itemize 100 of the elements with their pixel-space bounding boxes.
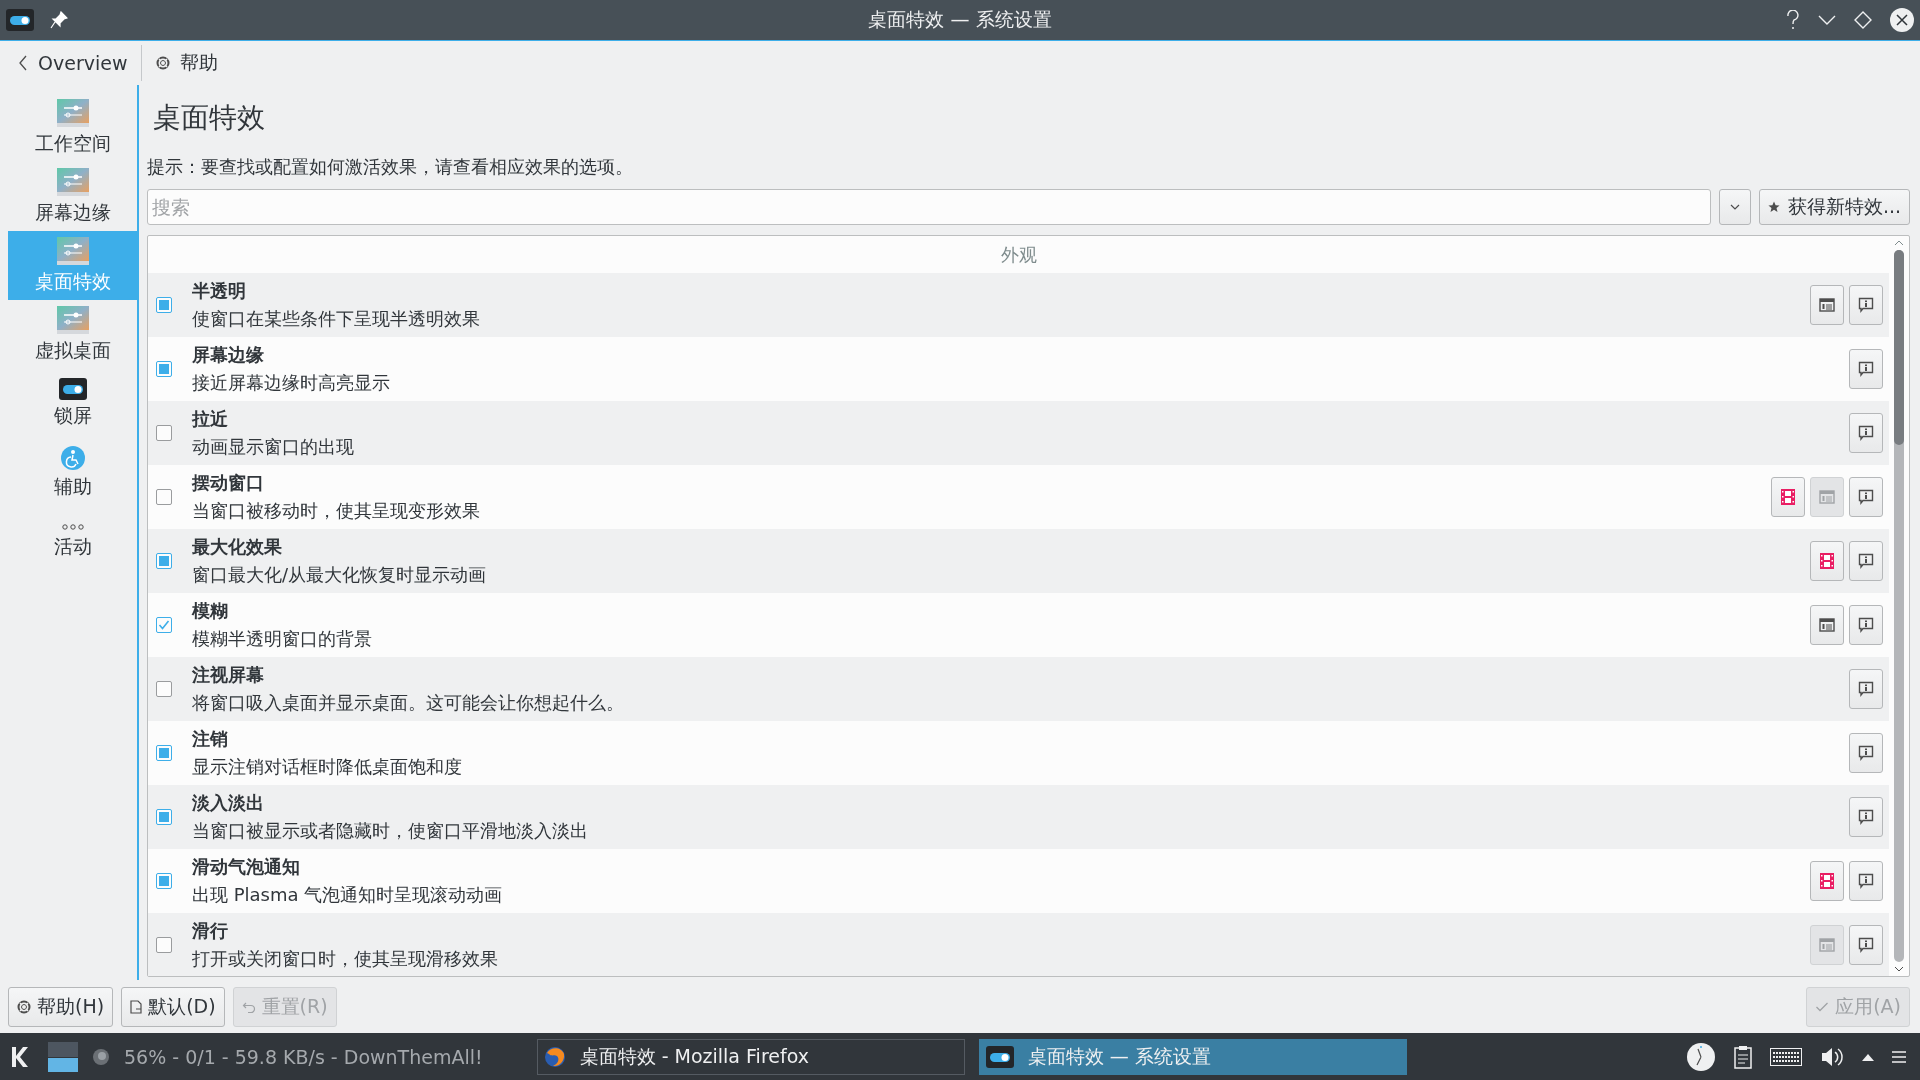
display-icon	[55, 98, 90, 128]
about-button[interactable]	[1849, 349, 1883, 389]
effect-description: 当窗口被显示或者隐藏时，使窗口平滑地淡入淡出	[192, 819, 589, 843]
checkmark-icon	[1815, 1000, 1830, 1013]
lifebuoy-icon	[156, 56, 171, 70]
configure-button[interactable]	[1810, 285, 1844, 325]
info-icon	[1858, 809, 1874, 825]
about-button[interactable]	[1849, 285, 1883, 325]
effect-description: 接近屏幕边缘时高亮显示	[192, 371, 391, 395]
effect-title: 屏幕边缘	[192, 343, 265, 367]
sidebar-item[interactable]: 锁屏	[8, 369, 137, 438]
expand-tray-icon[interactable]	[1862, 1052, 1874, 1061]
about-button[interactable]	[1849, 477, 1883, 517]
pager-icon[interactable]	[48, 1041, 78, 1072]
back-button[interactable]: Overview	[10, 48, 136, 78]
effect-description: 当窗口被移动时，使其呈现变形效果	[192, 499, 481, 523]
help-button[interactable]: 帮助	[148, 46, 227, 80]
about-button[interactable]	[1849, 541, 1883, 581]
browser-globe-icon	[543, 1045, 566, 1068]
star-icon	[1767, 201, 1780, 213]
effect-title: 拉近	[192, 407, 229, 431]
effect-description: 出现 Plasma 气泡通知时呈现滚动动画	[192, 883, 504, 907]
window-title: 桌面特效 — 系统设置	[868, 7, 1052, 32]
sidebar-item[interactable]: 工作空间	[8, 93, 137, 162]
effect-description: 窗口最大化/从最大化恢复时显示动画	[192, 563, 488, 587]
info-icon	[1858, 425, 1874, 441]
keyboard-icon[interactable]	[1770, 1047, 1802, 1066]
search-field[interactable]: 搜索	[147, 189, 1711, 225]
footer-button[interactable]: 默认(D)	[121, 986, 225, 1027]
group-header: 外观	[999, 242, 1038, 267]
task-button[interactable]: 桌面特效 — 系统设置	[978, 1038, 1407, 1075]
info-icon	[1858, 489, 1874, 505]
scrollbar-thumb[interactable]	[1894, 250, 1904, 445]
about-button[interactable]	[1849, 797, 1883, 837]
window-settings-icon	[1819, 938, 1835, 952]
effect-title: 半透明	[192, 279, 247, 303]
configure-button[interactable]	[1810, 605, 1844, 645]
effect-title: 淡入淡出	[192, 791, 265, 815]
checkbox[interactable]	[156, 425, 172, 441]
about-button[interactable]	[1849, 733, 1883, 773]
video-button[interactable]	[1810, 541, 1844, 581]
clock-icon[interactable]	[1686, 1041, 1716, 1072]
minimize-icon[interactable]	[1818, 14, 1836, 26]
scroll-down-icon	[1894, 966, 1904, 972]
sidebar-item[interactable]: 虚拟桌面	[8, 300, 137, 369]
checkbox[interactable]	[156, 681, 172, 697]
display-icon	[55, 236, 90, 266]
effect-title: 注视屏幕	[192, 663, 265, 687]
sidebar-item[interactable]: 活动	[8, 507, 137, 576]
effect-title: 注销	[192, 727, 229, 751]
lifebuoy-icon	[17, 999, 31, 1014]
clipboard-icon[interactable]	[1734, 1044, 1752, 1069]
video-button[interactable]	[1771, 477, 1805, 517]
film-strip-icon	[1820, 873, 1834, 889]
info-icon	[1858, 297, 1874, 313]
about-button[interactable]	[1849, 669, 1883, 709]
effect-title: 最大化效果	[192, 535, 283, 559]
effect-description: 动画显示窗口的出现	[192, 435, 355, 459]
checkbox[interactable]	[156, 937, 172, 953]
about-button[interactable]	[1849, 925, 1883, 965]
checkbox[interactable]	[156, 489, 172, 505]
info-icon	[1858, 873, 1874, 889]
effect-description: 使窗口在某些条件下呈现半透明效果	[192, 307, 481, 331]
effect-title: 模糊	[192, 599, 229, 623]
footer-button[interactable]: 帮助(H)	[8, 986, 114, 1027]
sidebar-item[interactable]: 辅助	[8, 438, 137, 507]
about-button[interactable]	[1849, 605, 1883, 645]
back-chevron-icon	[18, 55, 28, 71]
scroll-up-icon	[1894, 240, 1904, 246]
window-settings-icon	[1819, 298, 1835, 312]
task-button[interactable]: 桌面特效 - Mozilla Firefox	[536, 1038, 965, 1075]
effect-title: 滑行	[192, 919, 229, 943]
film-strip-icon	[1820, 553, 1834, 569]
info-icon	[1858, 361, 1874, 377]
window-settings-icon	[1819, 618, 1835, 632]
close-icon[interactable]	[1890, 8, 1914, 32]
info-icon	[1858, 617, 1874, 633]
info-icon	[1858, 745, 1874, 761]
pin-icon[interactable]	[50, 11, 68, 29]
maximize-icon[interactable]	[1854, 11, 1872, 29]
toggle-switch-icon[interactable]	[6, 9, 34, 31]
sidebar-item[interactable]: 屏幕边缘	[8, 162, 137, 231]
effect-description: 显示注销对话框时降低桌面饱和度	[192, 755, 463, 779]
about-button[interactable]	[1849, 861, 1883, 901]
download-progress-icon[interactable]	[92, 1047, 110, 1066]
chevron-down-icon	[1729, 204, 1740, 210]
about-button[interactable]	[1849, 413, 1883, 453]
help-icon[interactable]	[1786, 10, 1800, 30]
video-button[interactable]	[1810, 861, 1844, 901]
info-icon	[1858, 681, 1874, 697]
more-dots-icon	[60, 523, 85, 531]
effect-title: 滑动气泡通知	[192, 855, 301, 879]
menu-icon[interactable]	[1892, 1050, 1906, 1063]
effect-description: 打开或关闭窗口时，使其呈现滑移效果	[192, 947, 499, 971]
get-new-effects-button[interactable]: 获得新特效...	[1758, 189, 1910, 225]
info-icon	[1858, 553, 1874, 569]
film-strip-icon	[1781, 489, 1795, 505]
effect-description: 模糊半透明窗口的背景	[192, 627, 373, 651]
accessibility-icon	[59, 445, 86, 471]
display-icon	[55, 305, 90, 335]
